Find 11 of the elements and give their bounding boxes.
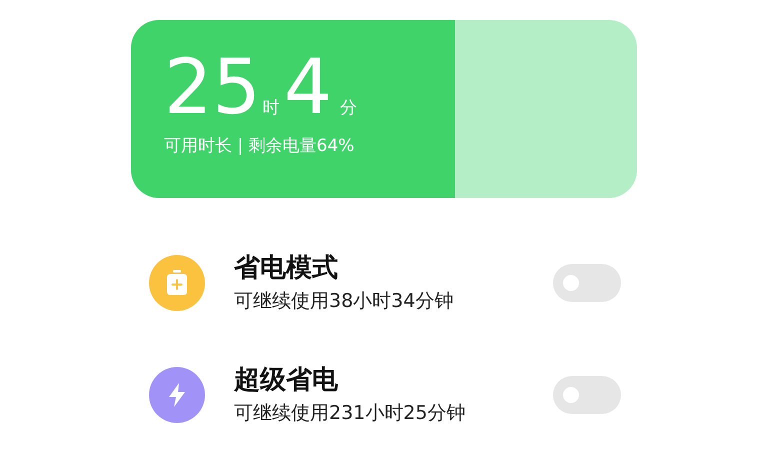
battery-caption: 可用时长 | 剩余电量64% xyxy=(164,135,356,158)
hours-value: 25 xyxy=(164,46,261,128)
toggle-switch[interactable] xyxy=(553,264,621,302)
minutes-unit: 分 xyxy=(340,97,358,120)
toggle-switch[interactable] xyxy=(553,376,621,414)
mode-title: 超级省电 xyxy=(234,364,339,396)
minutes-value: 4 xyxy=(284,46,332,128)
mode-title: 省电模式 xyxy=(234,252,339,284)
hours-unit: 时 xyxy=(262,97,280,120)
mode-subtitle: 可继续使用231小时25分钟 xyxy=(234,401,466,426)
mode-subtitle: 可继续使用38小时34分钟 xyxy=(234,289,454,314)
